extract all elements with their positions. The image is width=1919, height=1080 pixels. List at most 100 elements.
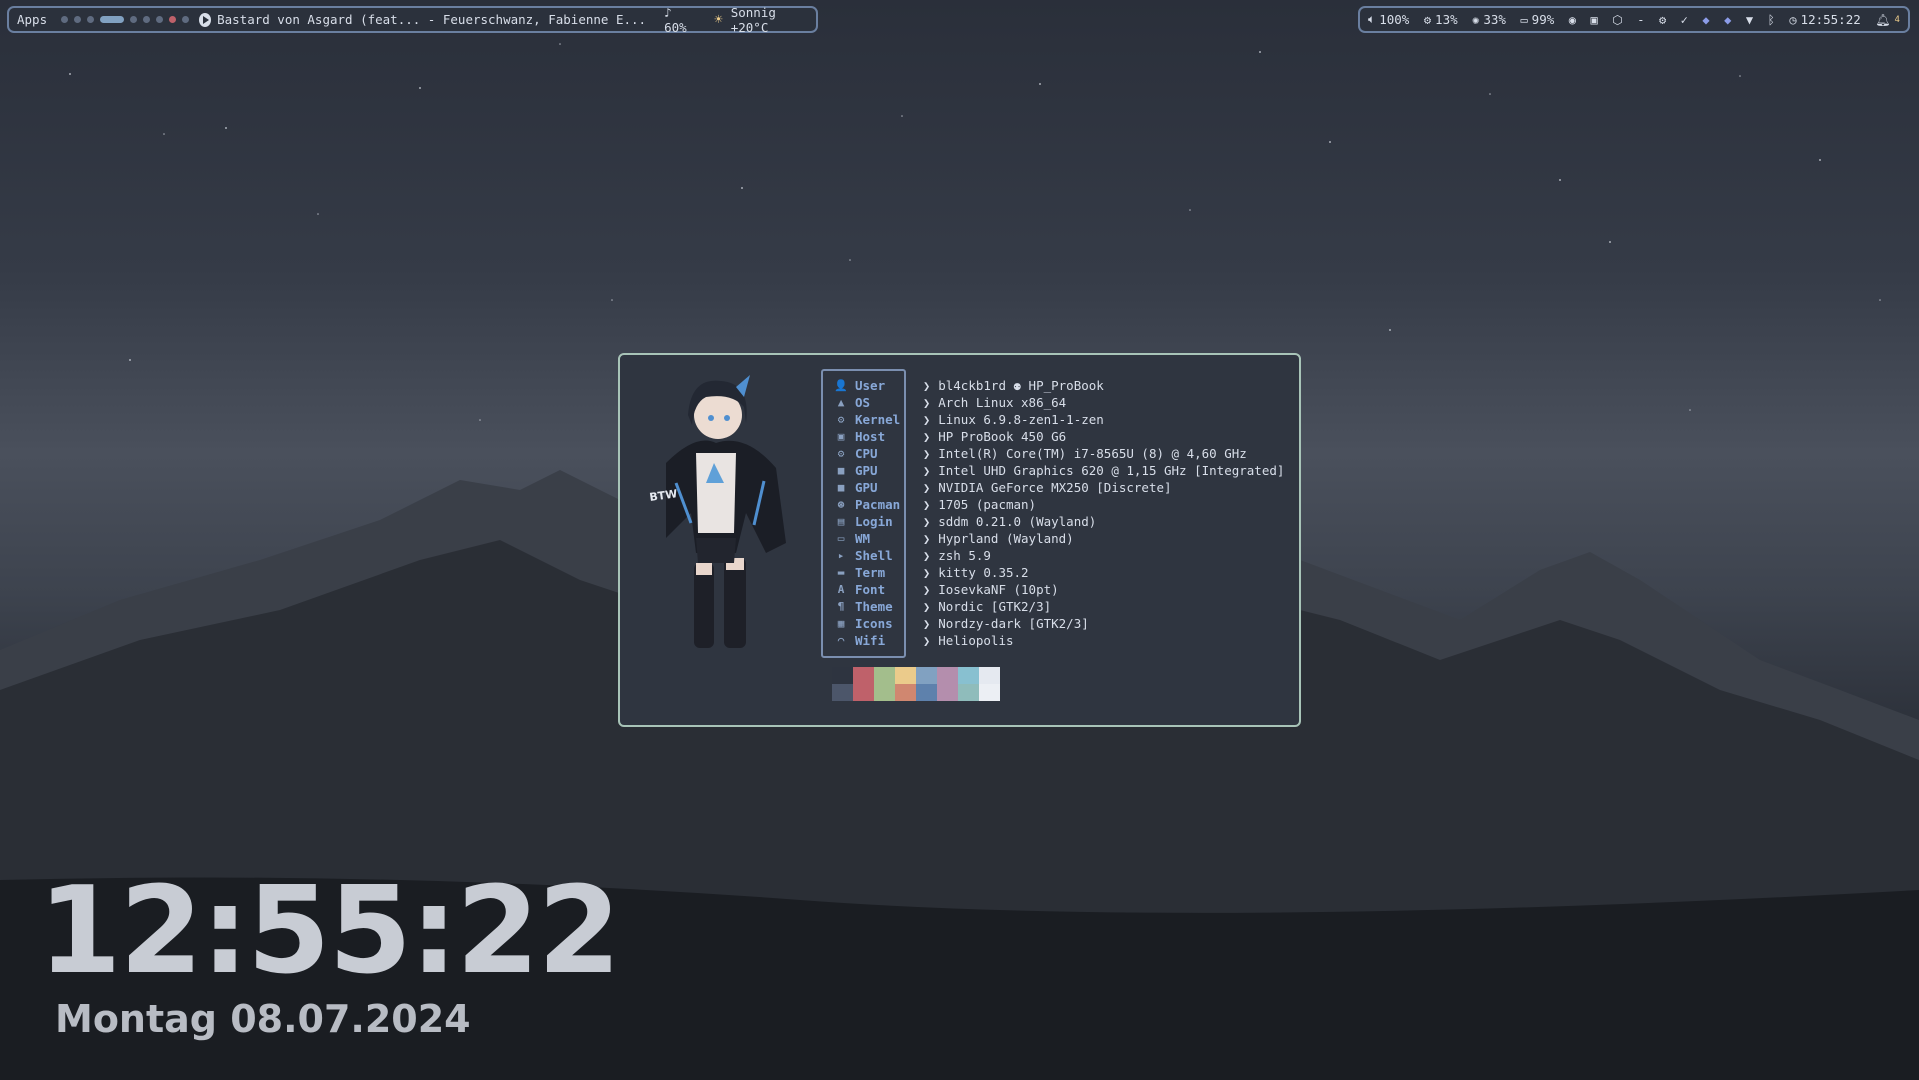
info-label-text: Theme (855, 599, 893, 614)
info-value-text: Linux 6.9.8-zen1-1-zen (938, 412, 1104, 427)
chevron-right-icon: ❯ (923, 446, 931, 461)
notifications-widget[interactable]: 🔔︎ 4 (1875, 13, 1900, 27)
info-value-row: ❯ Intel(R) Core(TM) i7-8565U (8) @ 4,60 G… (923, 445, 1284, 462)
info-label-row: 👤 User (833, 377, 904, 394)
info-value-text: Nordzy-dark [GTK2/3] (938, 616, 1089, 631)
info-value-row: ❯ Hyprland (Wayland) (923, 530, 1284, 547)
window-icon: ▭ (837, 532, 845, 545)
palette-swatch (958, 684, 979, 701)
info-label-row: ▲ OS (833, 394, 904, 411)
info-label-row: ▣ Host (833, 428, 904, 445)
arch-icon: ▲ (837, 396, 845, 409)
shell-icon: ▸ (837, 549, 845, 562)
cpu-icon: ⚙ (1423, 12, 1432, 27)
info-value-row: ❯ Intel UHD Graphics 620 @ 1,15 GHz [Inte… (923, 462, 1284, 479)
clipboard-icon[interactable]: ▣ (1590, 13, 1597, 27)
palette-swatch (895, 667, 916, 684)
info-value-row: ❯ Arch Linux x86_64 (923, 394, 1284, 411)
info-labels-column: 👤 User ▲ OS ⚙ Kernel ▣ Host ⚙ CPU ■ GPU ■ GPU ⊛ Pacman ▤… (821, 369, 906, 658)
apps-button[interactable]: Apps (17, 12, 47, 27)
info-label-row: ▤ Login (833, 513, 904, 530)
volume-widget[interactable]: 🔈︎ 100% (1368, 12, 1409, 27)
weather-label[interactable]: Sonnig +20°C (731, 5, 808, 35)
battery-widget[interactable]: ▭ 99% (1520, 12, 1554, 27)
anime-avatar-image: BTW (649, 375, 786, 648)
eye-icon[interactable]: ◉ (1569, 13, 1576, 27)
workspace-9[interactable] (182, 16, 190, 23)
info-label-text: Icons (855, 616, 893, 631)
fetch-terminal-window[interactable]: BTW 👤 User ▲ OS ⚙ Kernel ▣ Host ⚙ CPU ■ GPU ■ GPU ⊛ Pac… (618, 353, 1301, 727)
palette-swatch (916, 667, 937, 684)
info-label-row: ⚙ Kernel (833, 411, 904, 428)
gpu-icon: ■ (837, 481, 845, 494)
info-label-row: ■ GPU (833, 462, 904, 479)
desktop-date: Montag 08.07.2024 (55, 997, 471, 1041)
chevron-right-icon: ❯ (923, 514, 931, 529)
memory-widget[interactable]: ✺ 33% (1472, 12, 1506, 27)
info-label-text: Term (855, 565, 886, 580)
notification-count: 4 (1894, 14, 1900, 25)
wifi-icon: ◠ (837, 634, 845, 647)
media-volume[interactable]: ♪ 60% (664, 5, 696, 35)
media-title[interactable]: Bastard von Asgard (feat... - Feuerschwa… (217, 12, 646, 27)
color-palette (832, 667, 1000, 701)
teams-icon[interactable]: ◆ (1702, 13, 1709, 27)
workspace-4-active[interactable] (100, 16, 125, 23)
info-value-row: ❯ IosevkaNF (10pt) (923, 581, 1284, 598)
workspace-5[interactable] (130, 16, 138, 23)
info-label-row: ¶ Theme (833, 598, 904, 615)
workspace-7[interactable] (156, 16, 164, 23)
brush-icon: ¶ (837, 600, 845, 613)
check-icon[interactable]: ✓ (1681, 13, 1688, 27)
chevron-right-icon: ❯ (923, 378, 931, 393)
terminal-icon: ▬ (837, 566, 845, 579)
chevron-right-icon: ❯ (923, 429, 931, 444)
login-icon: ▤ (837, 515, 845, 528)
chevron-right-icon: ❯ (923, 616, 931, 631)
cube-icon[interactable]: ⬡ (1612, 13, 1622, 27)
palette-swatch (937, 667, 958, 684)
workspace-3[interactable] (87, 16, 95, 23)
clock-widget[interactable]: ◷ 12:55:22 (1789, 12, 1860, 27)
gpu-icon: ■ (837, 464, 845, 477)
info-values-column: ❯ bl4ckb1rd ⚉ HP_ProBook ❯ Arch Linux x86_6… (923, 377, 1284, 649)
play-icon[interactable] (199, 12, 212, 27)
info-value-row: ❯ sddm 0.21.0 (Wayland) (923, 513, 1284, 530)
info-label-text: Font (855, 582, 886, 597)
cpu-widget[interactable]: ⚙ 13% (1424, 12, 1458, 27)
info-value-row: ❯ 1705 (pacman) (923, 496, 1284, 513)
info-value-text: Intel(R) Core(TM) i7-8565U (8) @ 4,60 GH… (938, 446, 1247, 461)
workspace-2[interactable] (74, 16, 82, 23)
info-value-row: ❯ Linux 6.9.8-zen1-1-zen (923, 411, 1284, 428)
info-label-row: ▦ Icons (833, 615, 904, 632)
user-icon: 👤 (834, 379, 848, 392)
info-value-row: ❯ bl4ckb1rd ⚉ HP_ProBook (923, 377, 1284, 394)
host-icon: ▣ (837, 430, 845, 443)
dash-label: - (1637, 12, 1645, 27)
clock-icon: ◷ (1789, 12, 1797, 27)
memory-icon: ✺ (1472, 12, 1480, 27)
info-value-text: Intel UHD Graphics 620 @ 1,15 GHz [Integ… (938, 463, 1285, 478)
chevron-right-icon: ❯ (923, 531, 931, 546)
settings-icon[interactable]: ⚙ (1659, 13, 1666, 27)
workspace-8-urgent[interactable] (169, 16, 177, 23)
workspace-6[interactable] (143, 16, 151, 23)
info-value-row: ❯ Nordzy-dark [GTK2/3] (923, 615, 1284, 632)
info-label-text: GPU (855, 463, 878, 478)
palette-swatch (874, 667, 895, 684)
bluetooth-icon[interactable]: ᛒ (1768, 13, 1775, 27)
palette-swatch (979, 684, 1000, 701)
speaker-icon: 🔈︎ (1368, 12, 1376, 26)
battery-icon: ▭ (1520, 12, 1528, 27)
info-label-text: GPU (855, 480, 878, 495)
palette-swatch (832, 684, 853, 701)
cpu-icon: ⚙ (837, 447, 845, 460)
info-value-text: 1705 (pacman) (938, 497, 1037, 512)
chevron-right-icon: ❯ (923, 480, 931, 495)
info-label-row: ⊛ Pacman (833, 496, 904, 513)
workspace-1[interactable] (61, 16, 69, 23)
grid-icon: ▦ (837, 617, 845, 630)
teams-icon-2[interactable]: ◆ (1724, 13, 1731, 27)
chevron-right-icon: ❯ (923, 412, 931, 427)
wifi-icon[interactable]: ▼ (1746, 13, 1753, 27)
